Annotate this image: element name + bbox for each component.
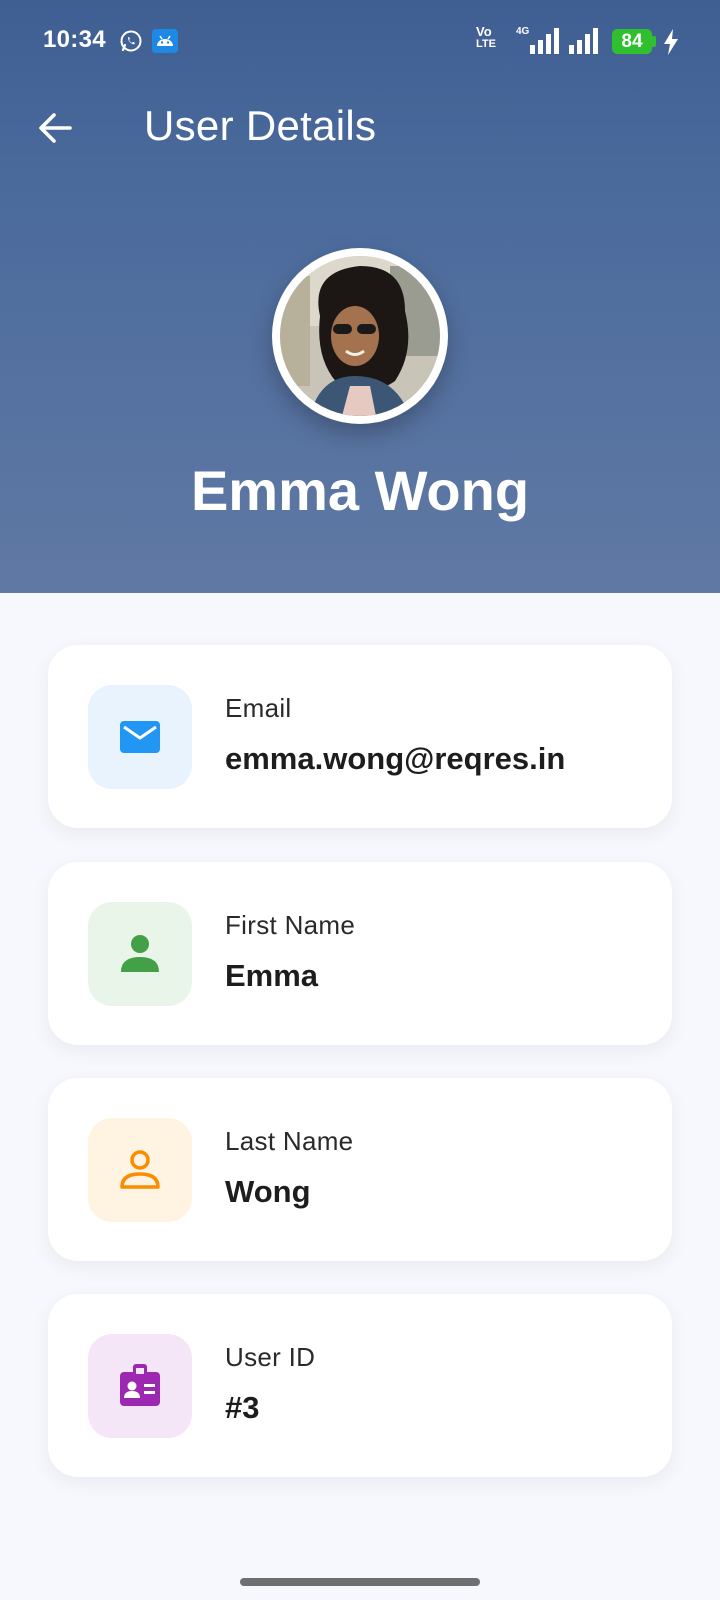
- status-bar: 10:34 Vo LTE 4G 84: [0, 0, 720, 84]
- avatar-photo: [280, 256, 440, 416]
- profile-header: 10:34 Vo LTE 4G 84 User Details Emma Won…: [0, 0, 720, 593]
- whatsapp-icon: [120, 30, 142, 52]
- signal-strength-icon-2: [569, 28, 598, 54]
- avatar: [272, 248, 448, 424]
- android-icon: [152, 29, 178, 53]
- email-value: emma.wong@reqres.in: [225, 741, 566, 776]
- signal-strength-icon-1: [530, 28, 559, 54]
- email-card: Email emma.wong@reqres.in: [48, 645, 672, 828]
- network-type: 4G: [516, 26, 529, 37]
- battery-cap: [652, 36, 656, 47]
- first-name-value: Emma: [225, 958, 319, 993]
- badge-icon: [120, 1364, 160, 1406]
- user-id-icon-box: [88, 1334, 192, 1438]
- mail-icon: [120, 721, 160, 753]
- network-type-label: 4G: [516, 26, 530, 37]
- user-id-card: User ID #3: [48, 1294, 672, 1477]
- arrow-back-icon: [39, 113, 72, 143]
- first-name-label: First Name: [225, 910, 356, 940]
- status-time: 10:34: [43, 26, 106, 53]
- last-name-value: Wong: [225, 1174, 311, 1209]
- page-title: User Details: [144, 102, 377, 149]
- user-id-label: User ID: [225, 1342, 316, 1372]
- first-name-icon-box: [88, 902, 192, 1006]
- user-id-value: #3: [225, 1390, 260, 1425]
- volte-icon: Vo LTE: [476, 24, 496, 50]
- volte-sub-text: LTE: [476, 38, 496, 50]
- last-name-label: Last Name: [225, 1126, 354, 1156]
- charging-icon: [664, 29, 678, 55]
- battery-level: 84: [621, 31, 643, 52]
- volte-text: Vo: [476, 24, 492, 39]
- first-name-card: First Name Emma: [48, 862, 672, 1045]
- last-name-card: Last Name Wong: [48, 1078, 672, 1261]
- user-name: Emma Wong: [190, 459, 530, 522]
- person-outline-icon: [120, 1150, 160, 1189]
- battery-icon: 84: [612, 29, 652, 54]
- home-indicator[interactable]: [240, 1578, 480, 1586]
- person-icon: [121, 935, 159, 972]
- last-name-icon-box: [88, 1118, 192, 1222]
- back-button[interactable]: [32, 104, 80, 152]
- email-icon-box: [88, 685, 192, 789]
- email-label: Email: [225, 693, 292, 723]
